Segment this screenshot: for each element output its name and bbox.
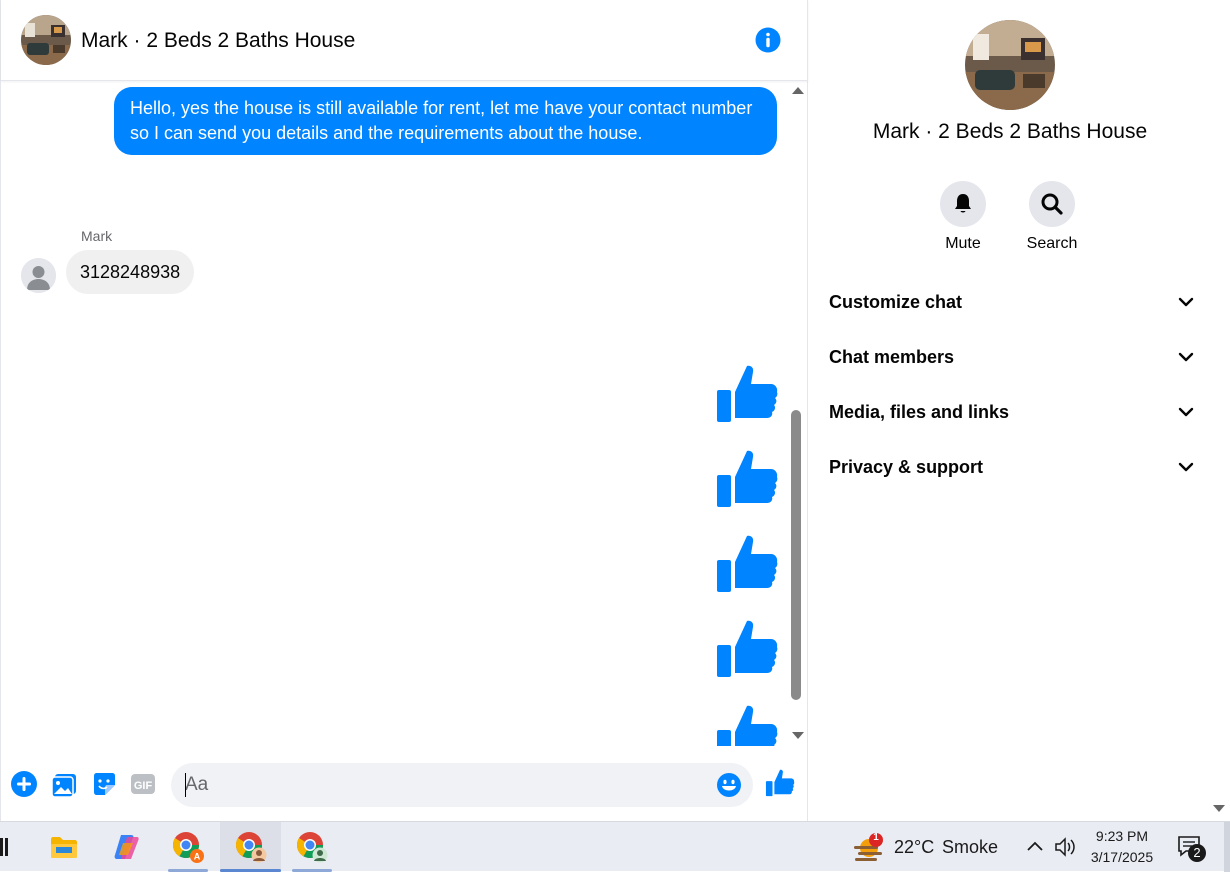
emoji-icon[interactable]: [715, 771, 743, 799]
notification-count-badge: 2: [1188, 844, 1206, 862]
taskbar-chrome-profile-a[interactable]: A: [160, 822, 216, 872]
panel-avatar[interactable]: [965, 20, 1055, 110]
conversation-info-panel: Mark · 2 Beds 2 Baths House Mute Search …: [808, 0, 1212, 821]
chevron-up-icon[interactable]: [1026, 840, 1044, 852]
chat-scrollbar[interactable]: [789, 82, 805, 746]
panel-title: Mark · 2 Beds 2 Baths House: [872, 120, 1148, 143]
mute-button[interactable]: Mute: [928, 181, 998, 253]
chat-title: Mark · 2 Beds 2 Baths House: [81, 29, 356, 52]
message-input-wrapper: [171, 763, 753, 807]
thumbs-up-icon[interactable]: [715, 617, 779, 681]
section-label: Customize chat: [829, 292, 963, 312]
section-label: Privacy & support: [829, 457, 984, 477]
show-desktop-button[interactable]: [1224, 822, 1230, 872]
incoming-message[interactable]: 3128248938: [66, 250, 195, 294]
chevron-down-icon: [1178, 462, 1194, 472]
section-privacy-support[interactable]: Privacy & support: [829, 447, 1194, 487]
sender-name: Mark: [81, 228, 113, 244]
weather-widget-icon[interactable]: 1: [852, 830, 888, 866]
search-button[interactable]: Search: [1017, 181, 1087, 253]
copilot-icon: [114, 835, 139, 859]
section-label: Chat members: [829, 347, 955, 367]
clock-time: 9:23 PM: [1095, 828, 1149, 844]
clock-date: 3/17/2025: [1090, 849, 1154, 865]
taskbar-copilot[interactable]: [98, 822, 154, 872]
thumbs-up-icon[interactable]: [715, 362, 779, 426]
send-like-icon[interactable]: [765, 768, 795, 798]
weather-badge: 1: [873, 832, 879, 843]
mute-label: Mute: [945, 235, 981, 252]
section-media-files-links[interactable]: Media, files and links: [829, 392, 1194, 432]
message-input[interactable]: [185, 763, 705, 807]
thumbs-up-icon[interactable]: [715, 702, 779, 746]
chevron-down-icon: [1178, 407, 1194, 417]
text-caret: [185, 773, 186, 797]
thumbs-up-icon[interactable]: [715, 447, 779, 511]
search-icon: [1041, 193, 1063, 215]
weather-temperature[interactable]: 22°C: [894, 837, 934, 858]
sticker-icon[interactable]: [90, 770, 118, 798]
svg-text:GIF: GIF: [134, 780, 153, 792]
plus-circle-icon[interactable]: [10, 770, 38, 798]
page-scroll-down-arrow-icon[interactable]: [1213, 805, 1225, 812]
section-customize-chat[interactable]: Customize chat: [829, 282, 1194, 322]
scroll-down-arrow-icon[interactable]: [792, 732, 804, 739]
thumbs-up-icon[interactable]: [715, 532, 779, 596]
taskbar-chrome-profile-c[interactable]: [284, 822, 340, 872]
speaker-icon[interactable]: [1054, 836, 1078, 858]
chevron-down-icon: [1178, 352, 1194, 362]
svg-text:A: A: [194, 852, 201, 862]
composer: GIF: [1, 758, 808, 814]
search-circle[interactable]: [1029, 181, 1075, 227]
start-edge[interactable]: [0, 834, 10, 860]
bell-icon: [955, 194, 971, 213]
messenger-window: Mark · 2 Beds 2 Baths House Hello, yes t…: [0, 0, 1230, 821]
taskbar-chrome-profile-active[interactable]: [220, 822, 281, 872]
chat-pane: Mark · 2 Beds 2 Baths House Hello, yes t…: [0, 0, 808, 821]
section-label: Media, files and links: [829, 402, 1010, 422]
scroll-thumb[interactable]: [791, 410, 801, 700]
chat-header: Mark · 2 Beds 2 Baths House: [1, 0, 808, 81]
chevron-down-icon: [1178, 297, 1194, 307]
search-label: Search: [1026, 235, 1078, 252]
message-list[interactable]: Hello, yes the house is still available …: [1, 82, 808, 746]
section-chat-members[interactable]: Chat members: [829, 337, 1194, 377]
info-icon[interactable]: [755, 27, 781, 53]
outgoing-message[interactable]: Hello, yes the house is still available …: [114, 87, 777, 155]
photo-icon[interactable]: [50, 770, 78, 798]
chat-avatar[interactable]: [21, 15, 71, 65]
gif-icon[interactable]: GIF: [129, 770, 157, 798]
scroll-up-arrow-icon[interactable]: [792, 87, 804, 94]
chrome-icon: [235, 832, 266, 863]
system-clock[interactable]: 9:23 PM 3/17/2025: [1086, 826, 1158, 868]
chrome-icon: [296, 832, 328, 863]
taskbar-file-explorer[interactable]: [36, 822, 92, 872]
taskbar: A 1 22°C Smoke 9:23 PM 3/17/2025 2: [0, 821, 1230, 872]
weather-description[interactable]: Smoke: [942, 837, 998, 858]
folder-icon: [51, 837, 77, 858]
notification-center[interactable]: 2: [1176, 834, 1210, 864]
chrome-icon: A: [172, 832, 204, 863]
sender-avatar[interactable]: [21, 258, 56, 293]
mute-circle[interactable]: [940, 181, 986, 227]
